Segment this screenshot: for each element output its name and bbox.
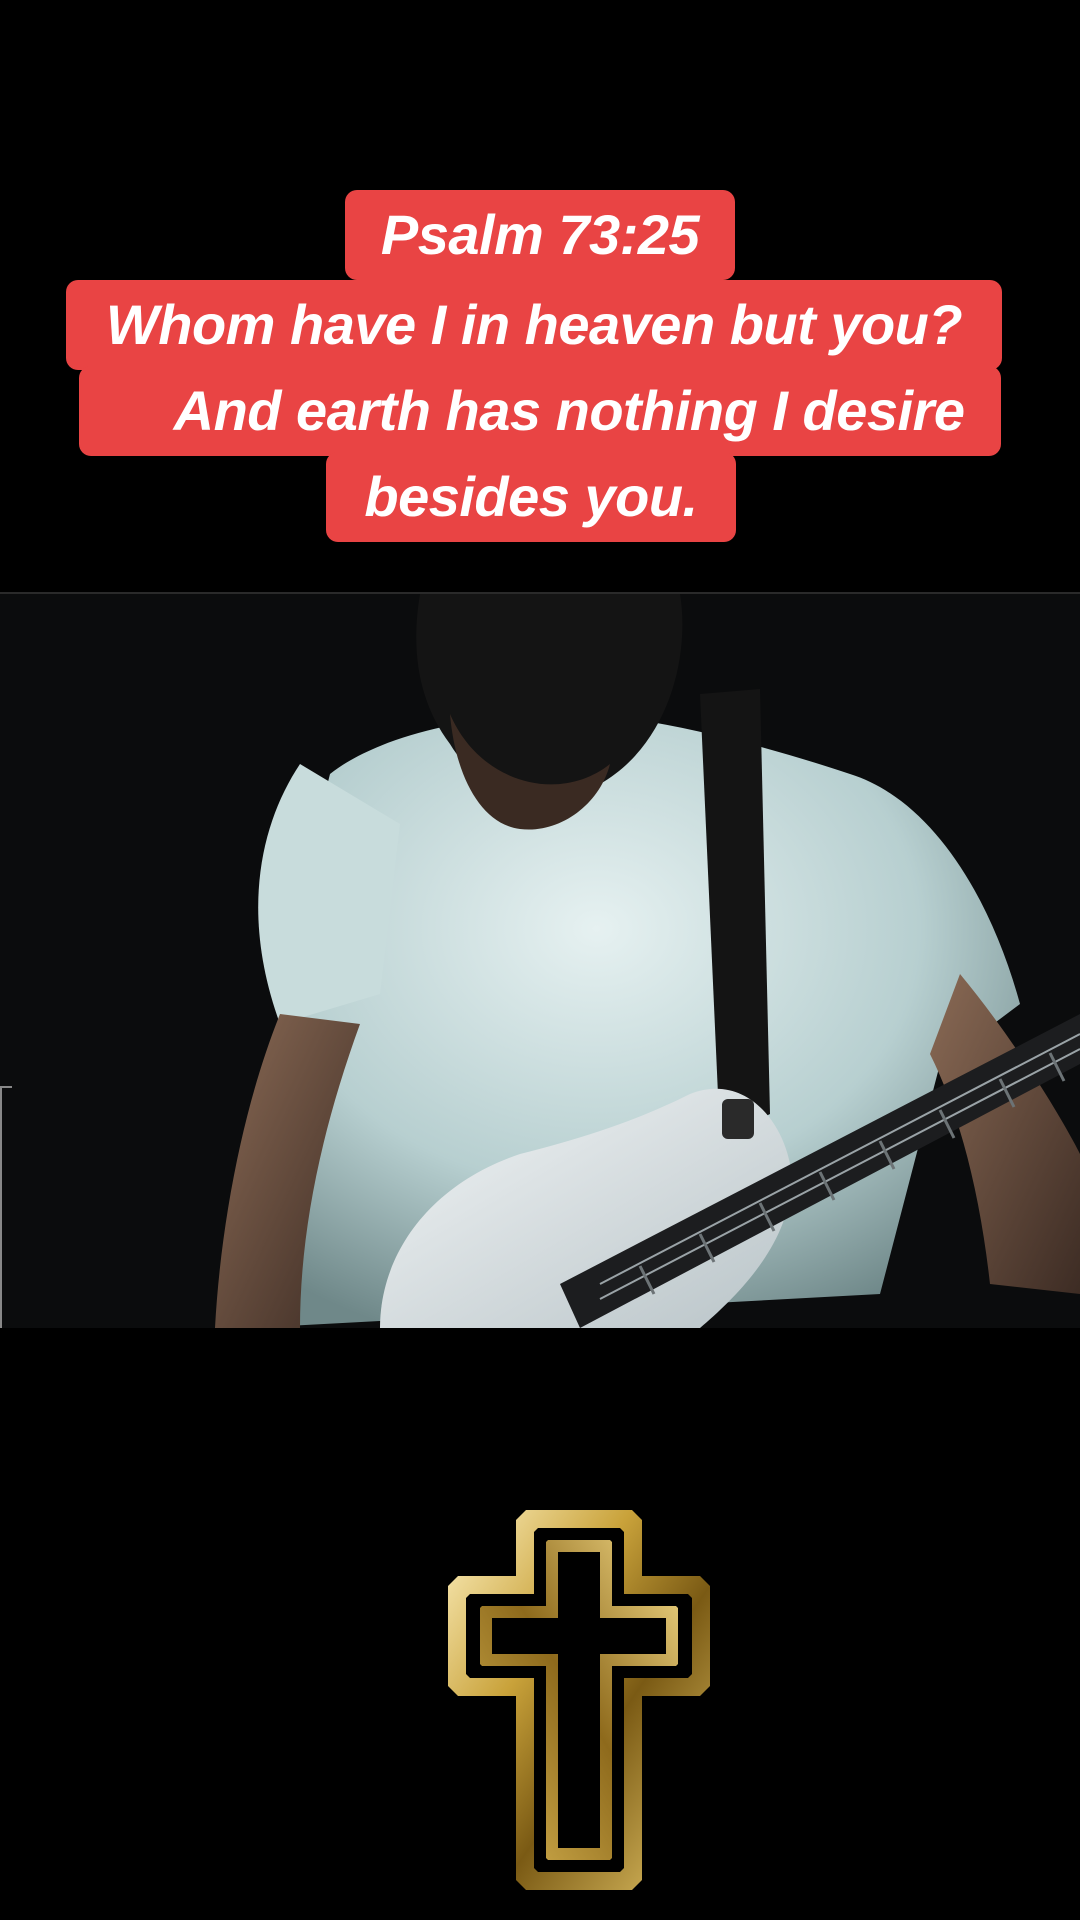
verse-reference: Psalm 73:25: [344, 190, 736, 280]
verse-line-3: besides you.: [326, 452, 736, 542]
video-frame[interactable]: [0, 592, 1080, 1328]
verse-line-1: Whom have I in heaven but you?: [65, 280, 1003, 370]
cross-icon: [448, 1510, 710, 1890]
video-left-edge: [0, 1086, 12, 1328]
verse-line-2: And earth has nothing I desire: [79, 366, 1001, 456]
verse-caption: Psalm 73:25 Whom have I in heaven but yo…: [0, 190, 1080, 542]
guitar-player-video: [0, 594, 1080, 1328]
